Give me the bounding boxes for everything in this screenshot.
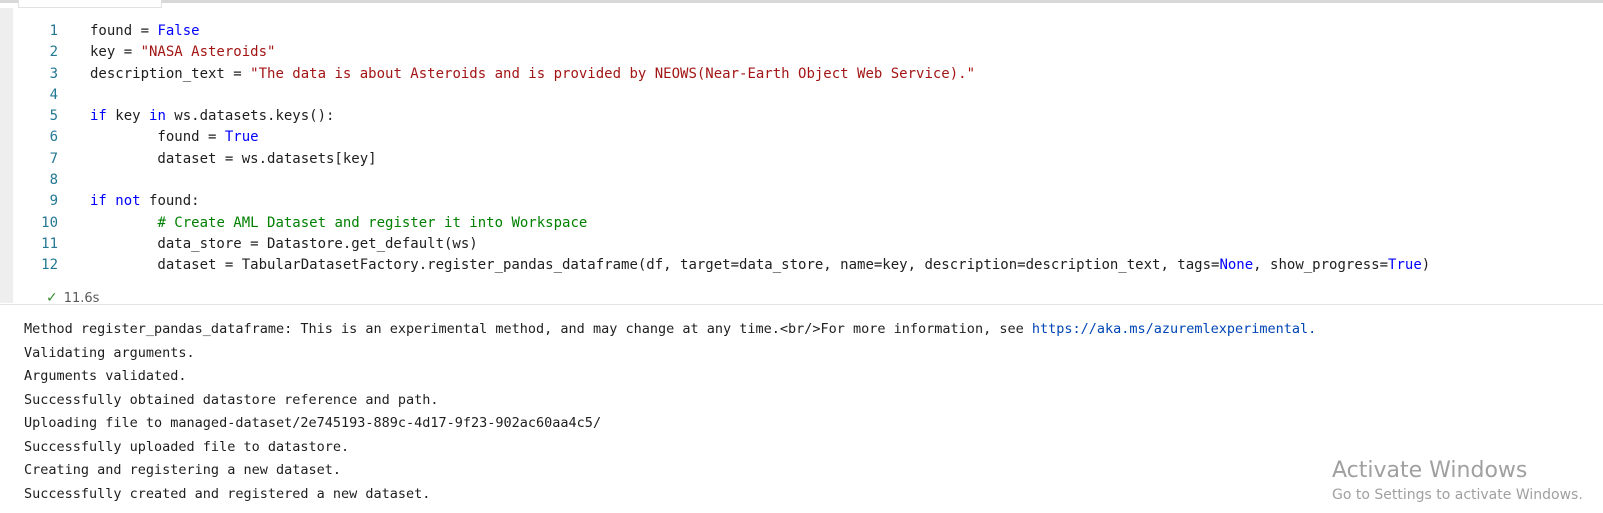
code-line[interactable]: 6 found = True <box>30 127 1590 148</box>
code-text: if key in ws.datasets.keys(): <box>90 106 334 127</box>
code-text: description_text = "The data is about As… <box>90 64 975 85</box>
line-number: 7 <box>49 150 58 167</box>
execution-duration: 11.6s <box>63 291 100 306</box>
watermark-title: Activate Windows <box>1332 458 1528 483</box>
keyword-token: if <box>90 108 107 125</box>
code-editor[interactable]: 1 found = False 2 key = "NASA Asteroids" 3 de… <box>30 21 1590 277</box>
line-number: 4 <box>49 86 58 103</box>
code-token: ) <box>1421 257 1431 274</box>
code-token: found = <box>90 23 158 39</box>
code-token: description_text = <box>90 65 251 82</box>
line-number: 12 <box>41 257 58 274</box>
code-line[interactable]: 2 key = "NASA Asteroids" <box>30 42 1590 63</box>
code-line[interactable]: 3 description_text = "The data is about A… <box>30 64 1590 85</box>
string-token: "The data is about Asteroids and is prov… <box>250 65 976 82</box>
code-token: found = <box>90 129 225 146</box>
line-number: 1 <box>49 23 58 39</box>
line-number: 6 <box>49 129 58 146</box>
keyword-token: not <box>115 193 141 210</box>
code-text: dataset = TabularDatasetFactory.register… <box>90 255 1430 276</box>
code-text: # Create AML Dataset and register it int… <box>90 213 587 234</box>
activate-windows-watermark: Activate Windows Go to Settings to activ… <box>1332 458 1583 503</box>
execution-status: ✓ 11.6s <box>46 290 99 306</box>
code-token: data_store = Datastore.get_default(ws) <box>90 235 478 252</box>
keyword-token: False <box>157 23 200 39</box>
keyword-token: True <box>224 129 259 146</box>
line-number: 2 <box>49 44 58 61</box>
code-token: dataset = TabularDatasetFactory.register… <box>90 257 1220 274</box>
code-line[interactable]: 8 <box>30 170 1590 191</box>
code-text: if not found: <box>90 191 200 212</box>
code-line[interactable]: 11 data_store = Datastore.get_default(ws… <box>30 234 1590 255</box>
comment-token: # Create AML Dataset and register it int… <box>157 214 588 231</box>
code-token: ws.datasets.keys(): <box>165 108 335 125</box>
output-line: Arguments validated. <box>24 368 187 384</box>
code-text: found = False <box>90 21 200 42</box>
keyword-token: in <box>149 108 166 125</box>
line-number: 5 <box>49 108 58 125</box>
keyword-token: None <box>1219 257 1254 274</box>
output-line: Method register_pandas_dataframe: This i… <box>24 318 1584 342</box>
code-line[interactable]: 7 dataset = ws.datasets[key] <box>30 149 1590 170</box>
line-number: 3 <box>49 65 58 82</box>
code-token: key = <box>90 44 141 61</box>
code-line[interactable]: 10 # Create AML Dataset and register it … <box>30 213 1590 234</box>
output-line: Successfully uploaded file to datastore. <box>24 438 350 455</box>
code-line[interactable]: 9 if not found: <box>30 191 1590 212</box>
keyword-token: if <box>90 193 107 210</box>
code-text: found = True <box>90 127 259 148</box>
code-cell[interactable]: 1 found = False 2 key = "NASA Asteroids" 3 de… <box>0 8 1603 306</box>
watermark-subtitle: Go to Settings to activate Windows. <box>1332 487 1583 503</box>
line-number: 11 <box>41 235 58 252</box>
output-line: Validating arguments. <box>24 344 195 361</box>
code-token: found: <box>140 193 200 210</box>
experimental-link[interactable]: https://aka.ms/azuremlexperimental. <box>1032 321 1316 337</box>
code-text: dataset = ws.datasets[key] <box>90 149 377 170</box>
top-border <box>0 0 1603 3</box>
code-line[interactable]: 1 found = False <box>30 21 1590 42</box>
keyword-token: True <box>1388 257 1422 274</box>
tab-stub <box>18 0 162 8</box>
code-line[interactable]: 5 if key in ws.datasets.keys(): <box>30 106 1590 127</box>
code-token: , show_progress= <box>1253 257 1389 274</box>
line-number: 9 <box>49 193 58 210</box>
success-check-icon: ✓ <box>46 290 58 306</box>
output-message: Method register_pandas_dataframe: This i… <box>24 321 1032 337</box>
line-number: 8 <box>49 172 58 189</box>
code-token: dataset = ws.datasets[key] <box>90 150 377 167</box>
code-text: key = "NASA Asteroids" <box>90 42 275 63</box>
string-token: "NASA Asteroids" <box>140 44 276 61</box>
output-line: Successfully obtained datastore referenc… <box>24 391 439 408</box>
code-line[interactable]: 12 dataset = TabularDatasetFactory.regis… <box>30 255 1590 276</box>
code-token: key <box>106 108 150 125</box>
code-text: data_store = Datastore.get_default(ws) <box>90 234 478 255</box>
code-line[interactable]: 4 <box>30 85 1590 106</box>
cell-gutter-bar <box>0 8 13 303</box>
output-line: Uploading file to managed-dataset/2e7451… <box>24 415 602 431</box>
line-number: 10 <box>41 214 58 231</box>
